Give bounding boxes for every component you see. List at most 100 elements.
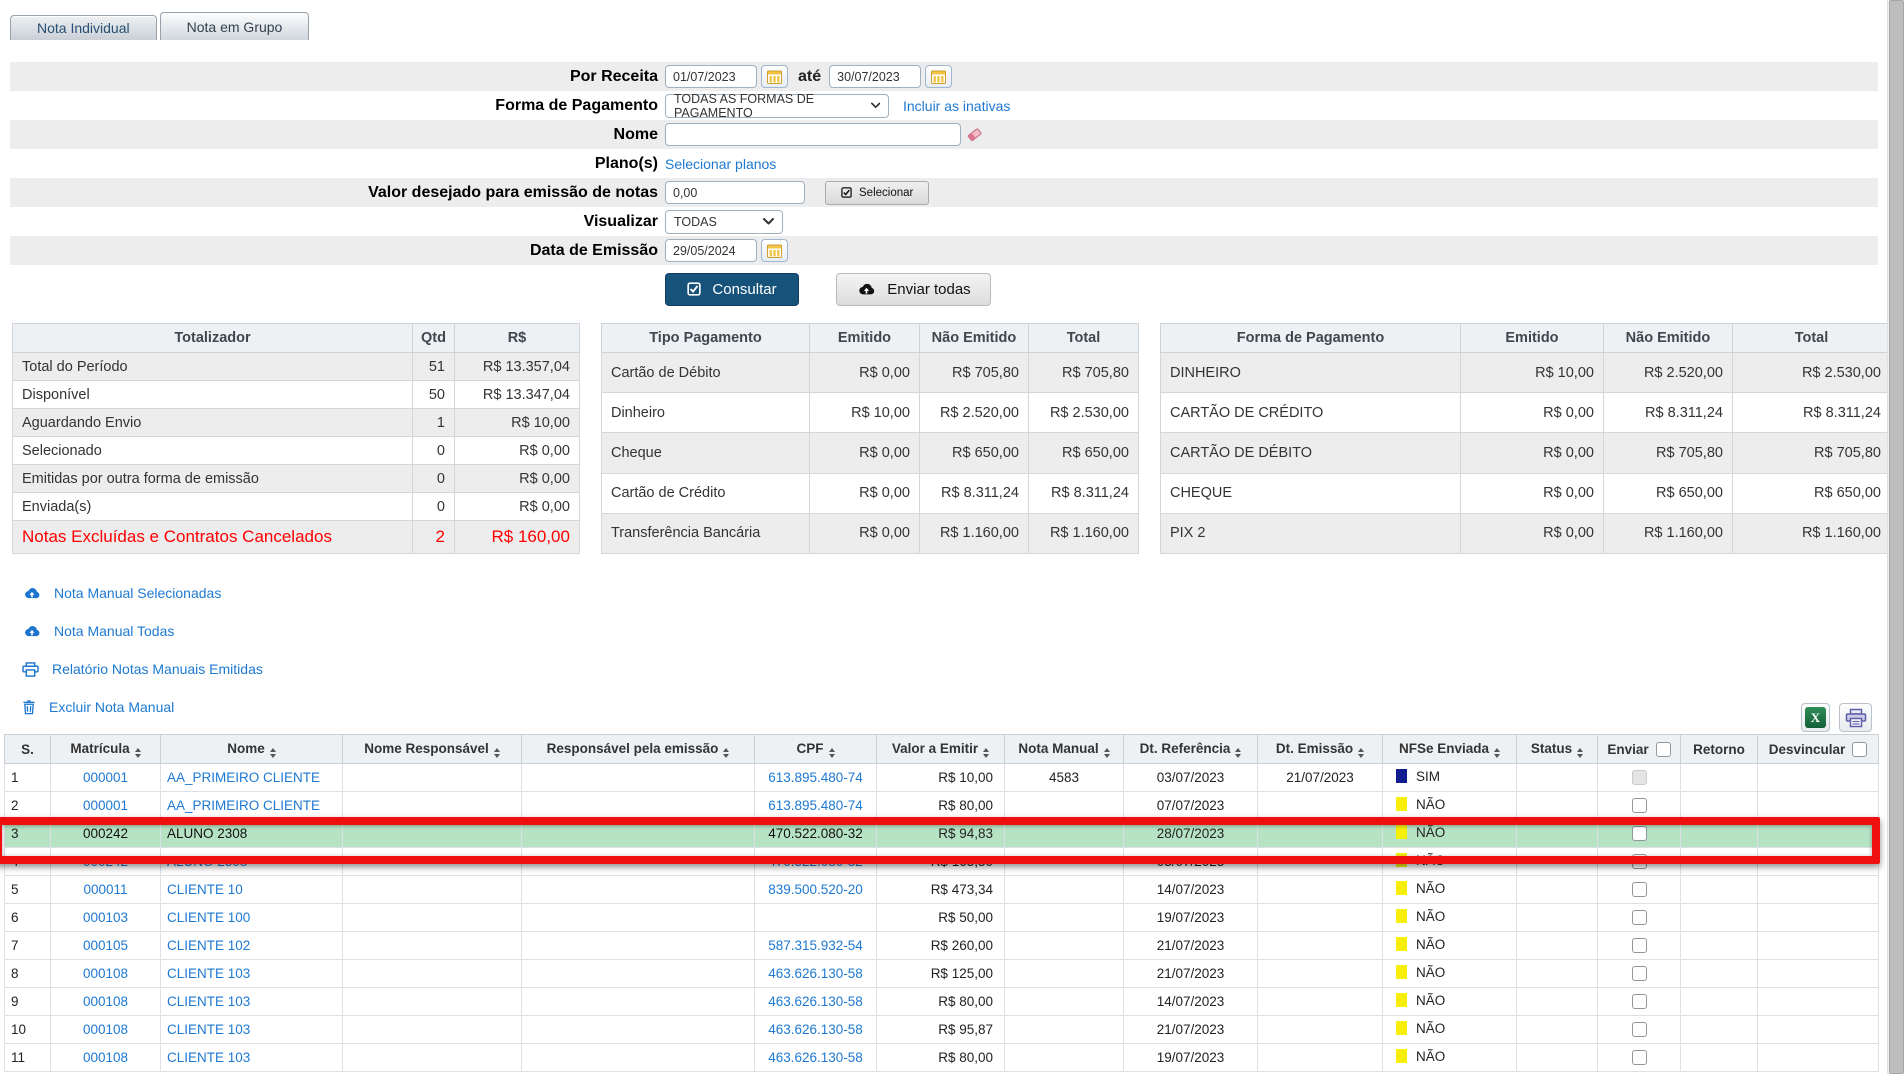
table-row[interactable]: 4000242ALUNO 2308470.522.080-32R$ 165,50… bbox=[5, 848, 1879, 876]
cpf-link[interactable]: 587.315.932-54 bbox=[768, 938, 863, 953]
column-header-dt-emiss-o[interactable]: Dt. Emissão bbox=[1258, 735, 1383, 764]
column-header-dt-refer-ncia[interactable]: Dt. Referência bbox=[1124, 735, 1258, 764]
nome-link[interactable]: CLIENTE 103 bbox=[167, 966, 250, 981]
enviar-checkbox[interactable] bbox=[1632, 854, 1647, 869]
table-row[interactable]: 5000011CLIENTE 10839.500.520-20R$ 473,34… bbox=[5, 876, 1879, 904]
sort-icon[interactable] bbox=[135, 748, 141, 758]
calendar-icon[interactable] bbox=[761, 239, 788, 262]
nome-input[interactable] bbox=[665, 123, 961, 146]
nome-link[interactable]: AA_PRIMEIRO CLIENTE bbox=[167, 770, 320, 785]
sort-icon[interactable] bbox=[1494, 748, 1500, 758]
matricula-link[interactable]: 000001 bbox=[83, 770, 128, 785]
action-link[interactable]: Nota Manual Selecionadas bbox=[54, 585, 221, 601]
valor-desejado-input[interactable] bbox=[665, 181, 805, 204]
enviar-checkbox[interactable] bbox=[1632, 882, 1647, 897]
matricula-link[interactable]: 000105 bbox=[83, 938, 128, 953]
sort-icon[interactable] bbox=[494, 748, 500, 758]
nome-link[interactable]: CLIENTE 102 bbox=[167, 938, 250, 953]
sort-icon[interactable] bbox=[1577, 748, 1583, 758]
data-emissao-input[interactable] bbox=[665, 239, 757, 262]
enviar-checkbox[interactable] bbox=[1632, 994, 1647, 1009]
column-header-respons-vel-pela-emiss-o[interactable]: Responsável pela emissão bbox=[522, 735, 755, 764]
sort-icon[interactable] bbox=[829, 748, 835, 758]
action-link[interactable]: Excluir Nota Manual bbox=[49, 699, 174, 715]
nome-link[interactable]: CLIENTE 103 bbox=[167, 994, 250, 1009]
table-row[interactable]: 6000103CLIENTE 100R$ 50,0019/07/2023NÃO bbox=[5, 904, 1879, 932]
matricula-link[interactable]: 000242 bbox=[83, 826, 128, 841]
excel-export-icon[interactable]: X bbox=[1801, 703, 1830, 732]
table-row[interactable]: 9000108CLIENTE 103463.626.130-58R$ 80,00… bbox=[5, 988, 1879, 1016]
selecionar-button[interactable]: Selecionar bbox=[825, 181, 929, 205]
nome-link[interactable]: ALUNO 2308 bbox=[167, 826, 247, 841]
matricula-link[interactable]: 000108 bbox=[83, 994, 128, 1009]
enviar-checkbox[interactable] bbox=[1632, 1050, 1647, 1065]
eraser-icon[interactable] bbox=[966, 126, 983, 143]
enviar-checkbox[interactable] bbox=[1632, 910, 1647, 925]
visualizar-select[interactable]: TODAS bbox=[665, 210, 783, 234]
tab-nota-individual[interactable]: Nota Individual bbox=[10, 15, 157, 40]
enviar-checkbox[interactable] bbox=[1632, 826, 1647, 841]
action-link[interactable]: Relatório Notas Manuais Emitidas bbox=[52, 661, 263, 677]
cpf-link[interactable]: 839.500.520-20 bbox=[768, 882, 863, 897]
sort-icon[interactable] bbox=[1104, 748, 1110, 758]
enviar-checkbox[interactable] bbox=[1632, 798, 1647, 813]
matricula-link[interactable]: 000108 bbox=[83, 966, 128, 981]
por-receita-from-input[interactable] bbox=[665, 65, 757, 88]
matricula-link[interactable]: 000103 bbox=[83, 910, 128, 925]
calendar-icon[interactable] bbox=[761, 65, 788, 88]
nome-link[interactable]: CLIENTE 103 bbox=[167, 1022, 250, 1037]
table-row[interactable]: 2000001AA_PRIMEIRO CLIENTE613.895.480-74… bbox=[5, 792, 1879, 820]
sort-icon[interactable] bbox=[1358, 748, 1364, 758]
enviar-checkbox[interactable] bbox=[1632, 966, 1647, 981]
action-link[interactable]: Nota Manual Todas bbox=[54, 623, 174, 639]
matricula-link[interactable]: 000242 bbox=[83, 854, 128, 869]
cpf-link[interactable]: 470.522.080-32 bbox=[768, 826, 863, 841]
column-header-nome[interactable]: Nome bbox=[161, 735, 343, 764]
enviar-all-checkbox[interactable] bbox=[1656, 742, 1671, 757]
matricula-link[interactable]: 000108 bbox=[83, 1050, 128, 1065]
incluir-inativas-link[interactable]: Incluir as inativas bbox=[903, 98, 1010, 114]
por-receita-to-input[interactable] bbox=[829, 65, 921, 88]
cpf-link[interactable]: 613.895.480-74 bbox=[768, 770, 863, 785]
cpf-link[interactable]: 463.626.130-58 bbox=[768, 1050, 863, 1065]
nome-link[interactable]: ALUNO 2308 bbox=[167, 854, 247, 869]
nome-link[interactable]: CLIENTE 103 bbox=[167, 1050, 250, 1065]
sort-icon[interactable] bbox=[270, 748, 276, 758]
calendar-icon[interactable] bbox=[925, 65, 952, 88]
nome-link[interactable]: CLIENTE 10 bbox=[167, 882, 243, 897]
table-row-highlighted[interactable]: 3000242ALUNO 2308470.522.080-32R$ 94,832… bbox=[5, 820, 1879, 848]
sort-icon[interactable] bbox=[1235, 748, 1241, 758]
column-header-cpf[interactable]: CPF bbox=[755, 735, 877, 764]
table-row[interactable]: 10000108CLIENTE 103463.626.130-58R$ 95,8… bbox=[5, 1016, 1879, 1044]
enviar-checkbox[interactable] bbox=[1632, 938, 1647, 953]
desvincular-all-checkbox[interactable] bbox=[1852, 742, 1867, 757]
sort-icon[interactable] bbox=[723, 748, 729, 758]
cpf-link[interactable]: 470.522.080-32 bbox=[768, 854, 863, 869]
nome-link[interactable]: CLIENTE 100 bbox=[167, 910, 250, 925]
table-row[interactable]: 8000108CLIENTE 103463.626.130-58R$ 125,0… bbox=[5, 960, 1879, 988]
cpf-link[interactable]: 463.626.130-58 bbox=[768, 1022, 863, 1037]
cpf-link[interactable]: 463.626.130-58 bbox=[768, 994, 863, 1009]
selecionar-planos-link[interactable]: Selecionar planos bbox=[665, 156, 776, 172]
enviar-checkbox[interactable] bbox=[1632, 1022, 1647, 1037]
table-row[interactable]: 7000105CLIENTE 102587.315.932-54R$ 260,0… bbox=[5, 932, 1879, 960]
table-row[interactable]: 1000001AA_PRIMEIRO CLIENTE613.895.480-74… bbox=[5, 764, 1879, 792]
column-header-matr-cula[interactable]: Matrícula bbox=[51, 735, 161, 764]
column-header-nota-manual[interactable]: Nota Manual bbox=[1005, 735, 1124, 764]
column-header-nome-respons-vel[interactable]: Nome Responsável bbox=[343, 735, 522, 764]
enviar-todas-button[interactable]: Enviar todas bbox=[836, 273, 991, 306]
nome-link[interactable]: AA_PRIMEIRO CLIENTE bbox=[167, 798, 320, 813]
sort-icon[interactable] bbox=[983, 748, 989, 758]
column-header-valor-a-emitir[interactable]: Valor a Emitir bbox=[877, 735, 1005, 764]
matricula-link[interactable]: 000108 bbox=[83, 1022, 128, 1037]
tab-nota-em-grupo[interactable]: Nota em Grupo bbox=[160, 12, 310, 40]
vertical-scrollbar[interactable] bbox=[1887, 0, 1904, 1074]
cpf-link[interactable]: 463.626.130-58 bbox=[768, 966, 863, 981]
forma-pagamento-select[interactable]: TODAS AS FORMAS DE PAGAMENTO bbox=[665, 94, 889, 118]
table-row[interactable]: 11000108CLIENTE 103463.626.130-58R$ 80,0… bbox=[5, 1044, 1879, 1072]
matricula-link[interactable]: 000011 bbox=[83, 882, 127, 897]
column-header-status[interactable]: Status bbox=[1517, 735, 1598, 764]
print-icon[interactable] bbox=[1839, 703, 1872, 732]
column-header-nfse-enviada[interactable]: NFSe Enviada bbox=[1383, 735, 1517, 764]
cpf-link[interactable]: 613.895.480-74 bbox=[768, 798, 863, 813]
